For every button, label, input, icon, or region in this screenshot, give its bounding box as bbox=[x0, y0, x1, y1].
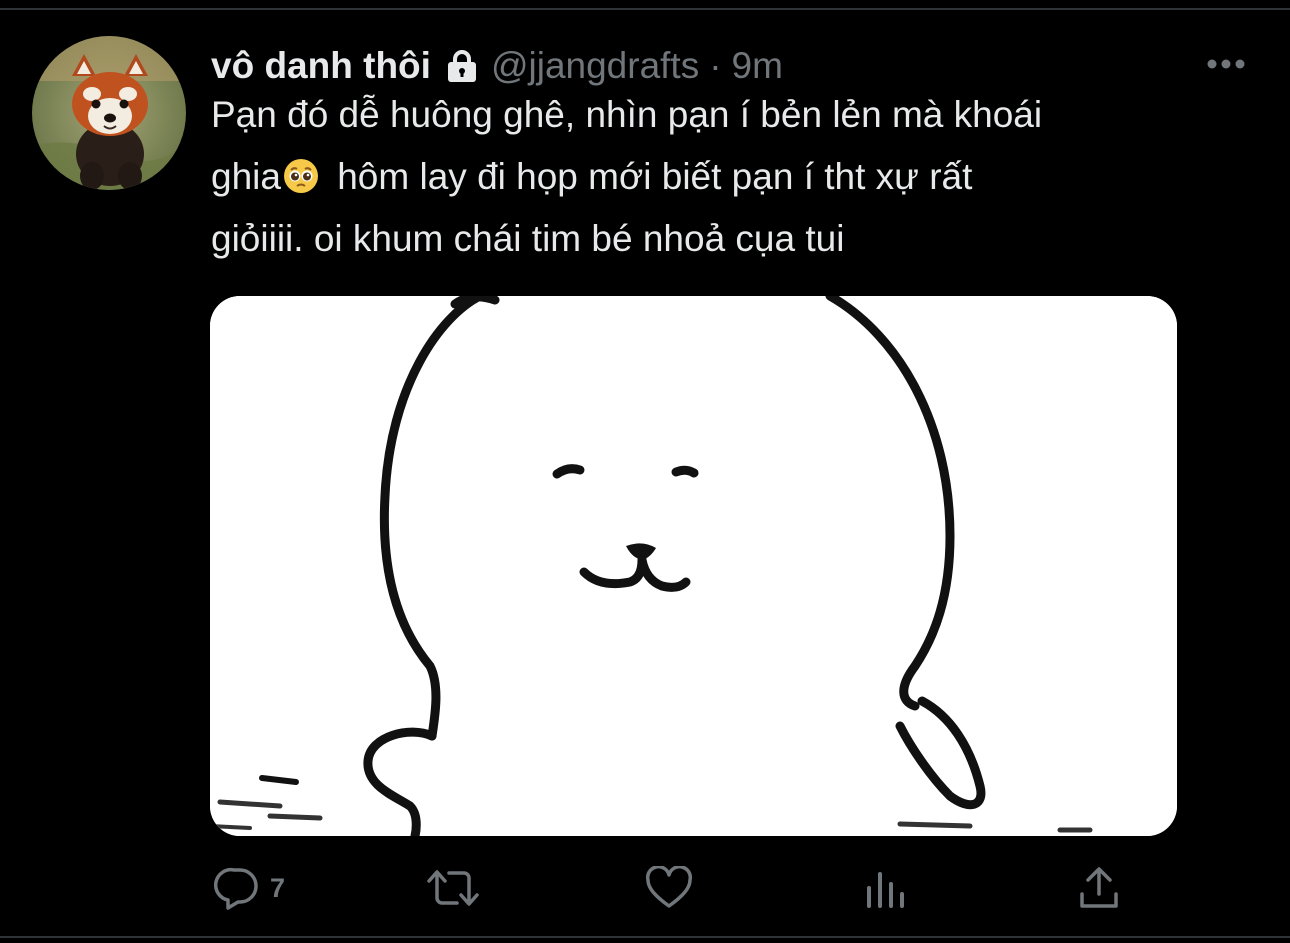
lock-icon bbox=[447, 49, 477, 83]
bottom-divider bbox=[0, 936, 1290, 938]
red-panda-avatar-image bbox=[32, 36, 186, 190]
reply-count: 7 bbox=[270, 872, 286, 903]
heart-icon bbox=[645, 866, 693, 908]
share-button[interactable] bbox=[1078, 860, 1120, 916]
share-icon bbox=[1080, 867, 1118, 908]
user-handle[interactable]: @jjangdrafts bbox=[491, 45, 699, 87]
retweet-icon bbox=[427, 870, 479, 906]
more-options-button[interactable] bbox=[1196, 46, 1256, 82]
like-button[interactable] bbox=[645, 860, 693, 916]
analytics-icon bbox=[867, 872, 904, 908]
tweet-text-line-2: ghia hôm lay đi họp mới biết pạn í tht x… bbox=[211, 146, 1251, 208]
tweet-text-line-2-end: hôm lay đi họp mới biết pạn í tht xự rất bbox=[337, 156, 973, 197]
tweet-text-line-3: giỏiiii. oi khum chái tim bé nhoả cụa tu… bbox=[211, 218, 845, 259]
retweet-button[interactable] bbox=[425, 860, 481, 916]
pleading-face-emoji-icon bbox=[283, 151, 319, 193]
seal-cartoon-image bbox=[210, 296, 1177, 836]
tweet-action-bar: 7 bbox=[0, 860, 1290, 916]
reply-icon bbox=[214, 867, 258, 910]
reply-button[interactable]: 7 bbox=[214, 860, 285, 916]
display-name[interactable]: vô danh thôi bbox=[211, 45, 431, 87]
top-divider bbox=[0, 8, 1290, 10]
header-separator: · bbox=[709, 45, 722, 86]
timestamp[interactable]: 9m bbox=[732, 45, 783, 87]
tweet-text-line-2-start: ghia bbox=[211, 156, 281, 197]
analytics-button[interactable] bbox=[864, 860, 906, 916]
tweet-container: vô danh thôi @jjangdrafts · 9m Pạn đó dễ… bbox=[0, 0, 1290, 943]
more-horizontal-icon bbox=[1207, 59, 1245, 69]
avatar[interactable] bbox=[32, 36, 186, 190]
tweet-media-image[interactable] bbox=[210, 296, 1177, 836]
tweet-text: Pạn đó dễ huông ghê, nhìn pạn í bẻn lẻn … bbox=[211, 84, 1251, 270]
tweet-text-line-1: Pạn đó dễ huông ghê, nhìn pạn í bẻn lẻn … bbox=[211, 94, 1043, 135]
